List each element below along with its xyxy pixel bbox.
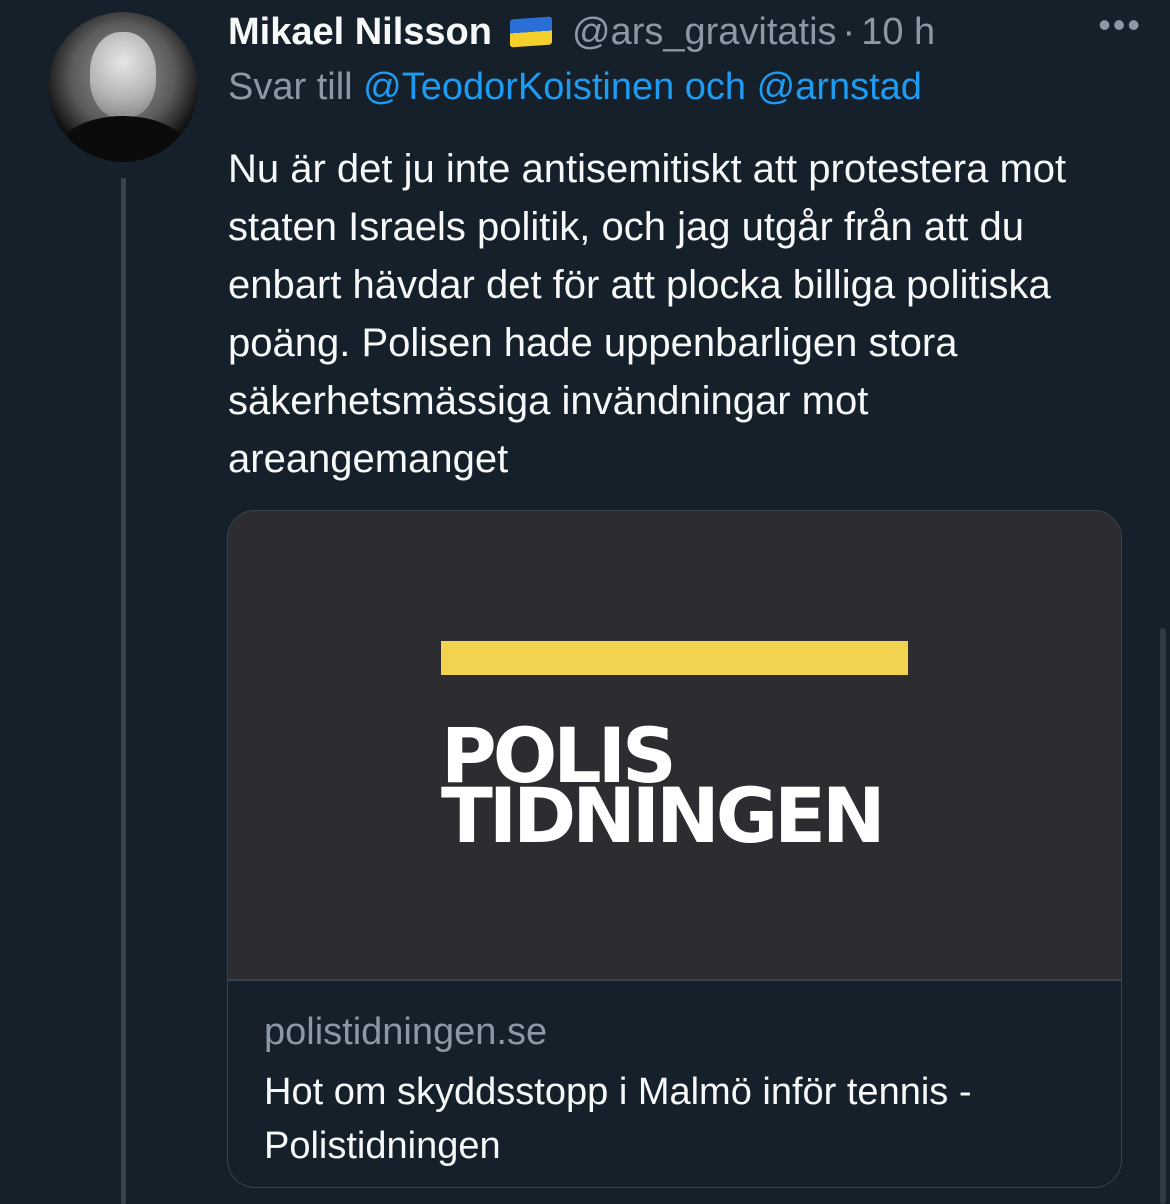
reply-prefix: Svar till [228,66,353,108]
card-image: POLIS TIDNINGEN [228,511,1121,979]
tweet-text: Nu är det ju inte antisemitiskt att prot… [228,147,1067,481]
link-card[interactable]: POLIS TIDNINGEN polistidningen.se Hot om… [227,510,1122,1188]
card-domain: polistidningen.se [264,1011,548,1053]
author-name[interactable]: Mikael Nilsson [228,11,492,54]
author-handle[interactable]: @ars_gravitatis [572,11,837,54]
separator-dot: · [842,10,856,53]
tweet-header: Mikael Nilsson @ars_gravitatis · 10 h [228,8,1150,56]
logo-yellow-bar [441,641,908,675]
polistidningen-logo: POLIS TIDNINGEN [441,718,886,860]
logo-line-2: TIDNINGEN [441,771,886,860]
scrollbar[interactable] [1160,628,1166,1204]
avatar-face [90,32,156,118]
more-options-icon[interactable]: ••• [1098,4,1142,46]
tweet-time[interactable]: 10 h [861,11,935,54]
thread-line [121,178,126,1204]
card-divider [228,979,1121,981]
avatar-shirt [58,116,188,162]
reply-context: Svar till @TeodorKoistinen och @arnstad [228,66,922,109]
reply-to-links[interactable]: @TeodorKoistinen och @arnstad [363,66,922,108]
card-title: Hot om skyddsstopp i Malmö inför tennis … [264,1071,972,1167]
ukraine-flag-icon [509,16,552,48]
avatar[interactable] [48,12,198,162]
